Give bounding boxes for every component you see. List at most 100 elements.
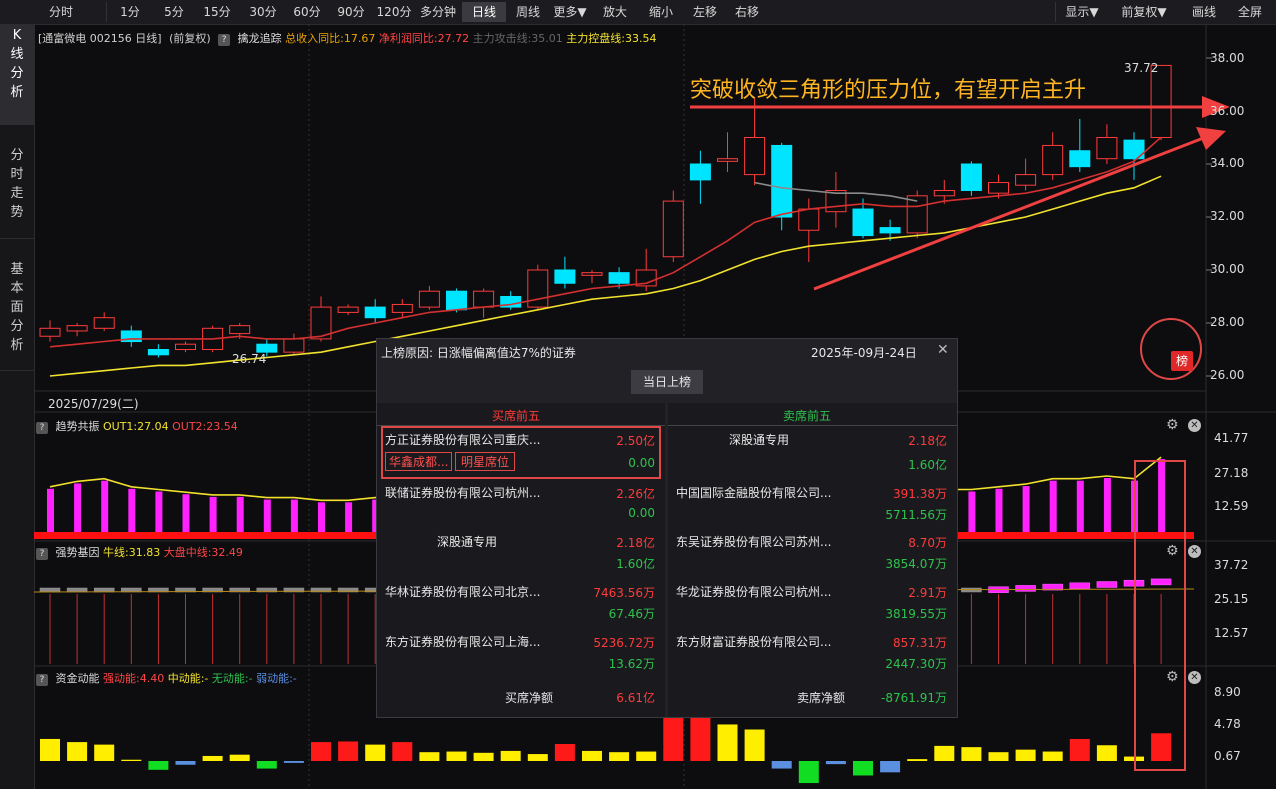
divider (1055, 2, 1056, 22)
panel3-bar (527, 754, 548, 761)
today-list-button[interactable]: 当日上榜 (631, 370, 703, 394)
more-dropdown[interactable]: 更多▼ (548, 2, 592, 22)
panel3-bar (554, 743, 575, 761)
period-button-active[interactable]: 日线 (462, 2, 506, 22)
move-right-button[interactable]: 右移 (728, 2, 766, 22)
candle-body (147, 349, 169, 356)
sell-net-value: -8761.91万 (881, 691, 947, 705)
panel1-bar (995, 488, 1003, 532)
candle-body (852, 208, 874, 237)
period-button[interactable]: 周线 (508, 2, 548, 22)
buy-seat-sell: 67.46万 (608, 607, 655, 621)
panel1-bar (47, 488, 54, 532)
draw-button[interactable]: 画线 (1184, 2, 1224, 22)
divider (106, 2, 107, 22)
panel3-weak: 弱动能:- (256, 672, 297, 685)
panel1-header: ? 趋势共振 OUT1:27.04 OUT2:23.54 (36, 418, 238, 434)
zoom-in-button[interactable]: 放大 (596, 2, 634, 22)
panel1-bar (74, 483, 82, 532)
sell-seat-buy: 5711.56万 (885, 508, 947, 522)
buy-net-label: 买席净额 (505, 691, 554, 705)
panel1-bar (1049, 480, 1057, 532)
move-left-button[interactable]: 左移 (686, 2, 724, 22)
close-icon[interactable]: ✕ (937, 342, 949, 358)
price-tick: 28.00 (1210, 315, 1245, 329)
panel3-bar (1042, 751, 1063, 761)
buy-seat-sell: 0.00 (628, 506, 655, 520)
panel1-bar (101, 480, 109, 532)
axis-tick: 41.77 (1214, 431, 1249, 445)
panel3-bar (500, 750, 521, 761)
panel3-bar (880, 761, 901, 773)
panel2-market: 大盘中线:32.49 (163, 546, 243, 559)
period-button[interactable]: 1分 (112, 2, 148, 22)
panel1-name: 趋势共振 (55, 420, 100, 433)
panel3-bar (1015, 749, 1036, 761)
candle-body (1015, 174, 1037, 186)
candle-body (608, 272, 630, 284)
toolbar: 分时 1分 5分 15分 30分 60分 90分 120分 多分钟 日线 周线 … (0, 0, 1276, 25)
candle-body (337, 306, 359, 313)
axis-tick: 27.18 (1214, 466, 1249, 480)
period-button[interactable]: 60分 (286, 2, 328, 22)
gear-icon[interactable]: ⚙ (1166, 543, 1179, 559)
axis-tick: 12.59 (1214, 499, 1249, 513)
buy-seat-name: 深股通专用 (437, 535, 498, 549)
help-icon[interactable]: ? (36, 422, 48, 434)
candle-body (1042, 144, 1064, 176)
tab-intraday[interactable]: 分时走势 (0, 146, 34, 239)
period-button[interactable]: 分时 (38, 2, 84, 22)
sell-seat-buy: 1.60亿 (908, 458, 947, 472)
dragon-tiger-badge[interactable]: 榜 (1171, 351, 1193, 371)
sell-seat-amount: 2.91万 (908, 586, 947, 600)
panel3-bar (1069, 738, 1090, 761)
help-icon[interactable]: ? (36, 548, 48, 560)
dragon-tiger-popup: 上榜原因: 日涨幅偏离值达7%的证券 2025年-09月-24日 ✕ 当日上榜 … (376, 338, 958, 718)
candle-body (418, 290, 440, 308)
sell-seat-amount: 857.31万 (893, 636, 947, 650)
panel3-bar (798, 761, 819, 784)
close-icon[interactable]: ✕ (1188, 545, 1201, 558)
candle-body (364, 306, 386, 319)
panel3-bar (690, 715, 711, 761)
panel1-bar (345, 502, 353, 532)
panel3-bar (365, 744, 386, 761)
tab-kline[interactable]: K线分析 (0, 24, 34, 125)
fullscreen-button[interactable]: 全屏 (1230, 2, 1270, 22)
panel3-none: 无动能:- (211, 672, 253, 685)
sell-seat-name: 中国国际金融股份有限公司... (676, 486, 832, 500)
panel3-bar (988, 752, 1009, 761)
panel3-strong: 强动能:4.40 (103, 672, 165, 685)
close-icon[interactable]: ✕ (1188, 419, 1201, 432)
period-button[interactable]: 90分 (330, 2, 372, 22)
panel3-bar (311, 742, 331, 761)
panel3-bar (717, 724, 738, 761)
popup-date: 2025年-09月-24日 (811, 346, 917, 360)
panel3-header: ? 资金动能 强动能:4.40 中动能:- 无动能:- 弱动能:- (36, 670, 297, 686)
period-button[interactable]: 15分 (196, 2, 238, 22)
panel3-bar (256, 761, 277, 769)
gear-icon[interactable]: ⚙ (1166, 417, 1179, 433)
zoom-out-button[interactable]: 缩小 (642, 2, 680, 22)
tab-fundamentals[interactable]: 基本面分析 (0, 260, 34, 371)
low-price-label: 26.74 (232, 352, 267, 366)
period-button[interactable]: 120分 (372, 2, 416, 22)
candle-body (473, 290, 495, 308)
panel3-bar (283, 761, 304, 763)
panel1-bar (236, 496, 244, 532)
candle-body (283, 338, 305, 353)
display-dropdown[interactable]: 显示▼ (1058, 2, 1106, 22)
candle-body (93, 317, 115, 329)
adjust-dropdown[interactable]: 前复权▼ (1114, 2, 1174, 22)
help-icon[interactable]: ? (36, 674, 48, 686)
panel1-bar (128, 488, 136, 532)
gear-icon[interactable]: ⚙ (1166, 669, 1179, 685)
candle-body (798, 208, 820, 231)
period-button[interactable]: 30分 (242, 2, 284, 22)
panel3-bar (582, 750, 602, 761)
close-icon[interactable]: ✕ (1188, 671, 1201, 684)
panel3-bar (419, 752, 440, 761)
period-button[interactable]: 多分钟 (416, 2, 460, 22)
price-tick: 30.00 (1210, 262, 1245, 276)
period-button[interactable]: 5分 (156, 2, 192, 22)
